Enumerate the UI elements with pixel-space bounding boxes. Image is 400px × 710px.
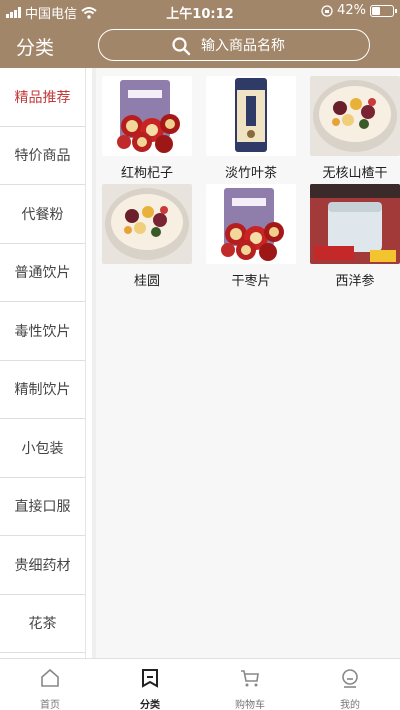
product-name: 无核山楂干	[322, 166, 388, 181]
tab-label: 首页	[40, 700, 60, 710]
product-name: 干枣片	[231, 274, 271, 289]
tab-label: 分类	[140, 700, 160, 710]
dried-fruit-bag-image	[206, 184, 296, 264]
tab-label: 我的	[340, 700, 360, 710]
product-name: 西洋参	[335, 274, 375, 289]
product-grid: 红枸杞子 淡竹叶茶 无核山楂干 桂圆 干枣片 西洋参	[102, 76, 400, 289]
search-icon	[172, 37, 191, 56]
sidebar-item[interactable]: 花茶	[0, 595, 85, 653]
tab-cart[interactable]: 购物车	[200, 659, 300, 710]
sidebar-item[interactable]: 小包装	[0, 419, 85, 478]
product-card[interactable]: 红枸杞子	[102, 76, 192, 181]
cart-icon	[239, 667, 261, 696]
product-card[interactable]: 桂圆	[102, 184, 192, 289]
battery-percent: 42%	[337, 3, 366, 18]
page-title: 分类	[16, 37, 55, 59]
tab-home[interactable]: 首页	[0, 659, 100, 710]
tab-category[interactable]: 分类	[100, 659, 200, 710]
sidebar-item[interactable]: 精品推荐	[0, 68, 85, 127]
home-icon	[39, 667, 61, 696]
battery-icon	[370, 4, 397, 17]
sidebar-item[interactable]: 特价商品	[0, 127, 85, 185]
category-icon	[139, 667, 161, 696]
tab-label: 购物车	[235, 700, 265, 710]
search-bar[interactable]: 输入商品名称	[98, 29, 370, 61]
product-card[interactable]: 无核山楂干	[310, 76, 400, 181]
product-card[interactable]: 干枣片	[206, 184, 296, 289]
product-name: 淡竹叶茶	[224, 166, 277, 181]
search-placeholder: 输入商品名称	[201, 38, 285, 54]
product-name: 桂圆	[133, 274, 160, 289]
product-panel: 红枸杞子 淡竹叶茶 无核山楂干 桂圆 干枣片 西洋参	[92, 68, 400, 658]
bottom-tab-bar: 首页 分类 购物车 我的	[0, 658, 400, 710]
sidebar-item[interactable]: 代餐粉	[0, 185, 85, 244]
tea-can-image	[206, 76, 296, 156]
fruit-bowl-image	[310, 76, 400, 156]
category-sidebar: 精品推荐 特价商品 代餐粉 普通饮片 毒性饮片 精制饮片 小包装 直接口服 贵细药材 花茶	[0, 68, 86, 658]
ginseng-jar-image	[310, 184, 400, 264]
sidebar-item[interactable]: 贵细药材	[0, 536, 85, 595]
rotation-lock-icon	[321, 4, 333, 17]
dried-fruit-bag-image	[102, 76, 192, 156]
sidebar-item[interactable]: 毒性饮片	[0, 302, 85, 361]
sidebar-item[interactable]: 精制饮片	[0, 361, 85, 419]
sidebar-item[interactable]: 直接口服	[0, 478, 85, 536]
status-right: 42%	[321, 3, 397, 18]
product-card[interactable]: 淡竹叶茶	[206, 76, 296, 181]
status-bar: 中国电信 上午10:12 42%	[0, 0, 400, 22]
sidebar-item[interactable]: 普通饮片	[0, 244, 85, 302]
product-card[interactable]: 西洋参	[310, 184, 400, 289]
fruit-bowl-image	[102, 184, 192, 264]
profile-icon	[339, 667, 361, 696]
tab-profile[interactable]: 我的	[300, 659, 400, 710]
header: 中国电信 上午10:12 42% 分类 输入商品名称	[0, 0, 400, 68]
product-name: 红枸杞子	[120, 166, 173, 181]
